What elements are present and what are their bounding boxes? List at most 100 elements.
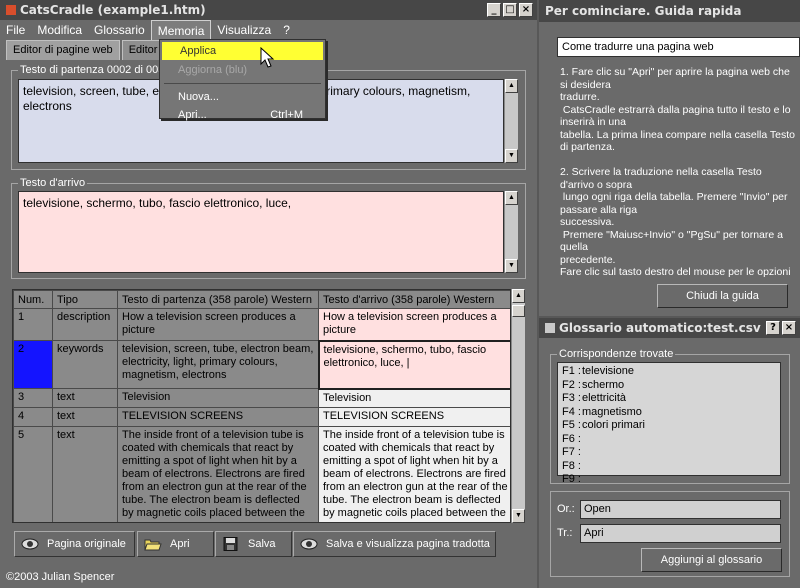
matches-list[interactable]: F1 : televisione F2 : schermo F3 : elettric… bbox=[557, 362, 781, 485]
table-row[interactable]: 4 text TELEVISION SCREENS TELEVISION SCR… bbox=[13, 407, 510, 427]
glossary-titlebar: Glossario automatico:test.csv ? × bbox=[539, 318, 800, 338]
list-item[interactable]: F5 : colori primari bbox=[562, 419, 776, 433]
source-term-field[interactable]: Open bbox=[580, 500, 781, 519]
table-row[interactable]: 5 text The inside front of a television … bbox=[13, 426, 510, 522]
scroll-down-icon[interactable]: ▼ bbox=[512, 509, 525, 523]
match-key: F8 : bbox=[562, 459, 581, 472]
match-key: F6 : bbox=[562, 432, 581, 445]
list-item[interactable]: F4 : magnetismo bbox=[562, 406, 776, 420]
table-row[interactable]: 3 text Television Television bbox=[13, 388, 510, 408]
scroll-down-icon[interactable]: ▼ bbox=[505, 259, 518, 273]
target-term-label: Tr.: bbox=[557, 527, 573, 539]
table-row[interactable]: 1 description How a television screen pr… bbox=[13, 308, 510, 341]
maximize-button[interactable]: □ bbox=[503, 3, 517, 17]
row-source: Television bbox=[117, 388, 319, 408]
glossary-close-button[interactable]: × bbox=[782, 321, 796, 335]
list-item[interactable]: F1 : televisione bbox=[562, 365, 776, 379]
col-source-header[interactable]: Testo di partenza (358 parole) Western bbox=[117, 290, 319, 309]
list-item[interactable]: F9 : bbox=[562, 473, 776, 487]
row-type: keywords bbox=[52, 340, 118, 389]
match-key: F1 : bbox=[562, 365, 581, 377]
floppy-disk-icon bbox=[223, 537, 238, 551]
add-to-glossary-button[interactable]: Aggiungi al glossario bbox=[641, 548, 782, 572]
menu-item-nuova[interactable]: Nuova... bbox=[160, 88, 325, 106]
row-num: 4 bbox=[13, 407, 53, 427]
row-num: 2 bbox=[13, 340, 53, 389]
guide-topic-select[interactable]: Come tradurre una pagina web bbox=[557, 37, 800, 57]
row-type: description bbox=[52, 308, 118, 341]
col-num-header[interactable]: Num. bbox=[13, 290, 53, 309]
save-view-label: Salva e visualizza pagina tradotta bbox=[326, 538, 490, 550]
row-target[interactable]: TELEVISION SCREENS bbox=[318, 407, 510, 427]
target-scrollbar[interactable]: ▲ ▼ bbox=[504, 191, 518, 273]
close-button[interactable]: × bbox=[519, 3, 533, 17]
source-label: Testo di partenza 0002 di 0031 bbox=[18, 64, 173, 76]
col-target-header[interactable]: Testo d'arrivo (358 parole) Western bbox=[318, 290, 510, 309]
list-item[interactable]: F6 : bbox=[562, 433, 776, 447]
match-value: magnetismo bbox=[582, 405, 642, 418]
close-guide-button[interactable]: Chiudi la guida bbox=[657, 284, 788, 308]
menu-item-apri[interactable]: Apri... Ctrl+M bbox=[160, 106, 325, 124]
menu-glossario[interactable]: Glossario bbox=[88, 20, 151, 40]
menu-file[interactable]: File bbox=[0, 20, 31, 40]
menu-memoria[interactable]: Memoria bbox=[150, 20, 212, 40]
guide-titlebar: Per cominciare. Guida rapida bbox=[539, 0, 800, 22]
guide-title: Per cominciare. Guida rapida bbox=[545, 4, 742, 18]
minimize-button[interactable]: _ bbox=[487, 3, 501, 17]
menu-item-apri-label: Apri... bbox=[178, 109, 207, 121]
main-titlebar: CatsCradle (example1.htm) _ □ × bbox=[0, 0, 537, 20]
menubar: File Modifica Glossario Memoria Visualiz… bbox=[0, 20, 537, 40]
menu-item-apri-shortcut: Ctrl+M bbox=[270, 109, 303, 121]
list-item[interactable]: F7 : bbox=[562, 446, 776, 460]
matches-label: Corrispondenze trovate bbox=[557, 348, 676, 360]
glossary-title: Glossario automatico:test.csv bbox=[559, 321, 761, 335]
row-target[interactable]: How a television screen produces a pictu… bbox=[318, 308, 510, 341]
match-value: televisione bbox=[582, 365, 634, 377]
row-source: How a television screen produces a pictu… bbox=[117, 308, 319, 341]
row-num: 5 bbox=[13, 426, 53, 522]
table-scrollbar[interactable]: ▲ ▼ bbox=[511, 289, 525, 523]
target-textarea[interactable]: televisione, schermo, tubo, fascio elett… bbox=[18, 191, 504, 273]
col-type-header[interactable]: Tipo bbox=[52, 290, 118, 309]
row-target[interactable]: Television bbox=[318, 388, 510, 408]
list-item[interactable]: F8 : bbox=[562, 460, 776, 474]
target-term-field[interactable]: Apri bbox=[580, 524, 781, 543]
row-num: 1 bbox=[13, 308, 53, 341]
scroll-thumb[interactable] bbox=[512, 305, 525, 317]
app-icon bbox=[545, 323, 555, 333]
match-value: schermo bbox=[582, 378, 625, 391]
match-key: F2 : bbox=[562, 378, 581, 391]
original-page-button[interactable]: Pagina originale bbox=[14, 531, 135, 557]
table-row-selected[interactable]: 2 keywords television, screen, tube, ele… bbox=[13, 339, 510, 390]
menu-visualizza[interactable]: Visualizza bbox=[211, 20, 277, 40]
menu-modifica[interactable]: Modifica bbox=[31, 20, 88, 40]
row-source: television, screen, tube, electron beam,… bbox=[117, 340, 319, 389]
segment-table[interactable]: Num. Tipo Testo di partenza (358 parole)… bbox=[12, 289, 511, 523]
scroll-down-icon[interactable]: ▼ bbox=[505, 149, 518, 163]
open-button[interactable]: Apri bbox=[137, 531, 214, 557]
save-button[interactable]: Salva bbox=[215, 531, 292, 557]
table-header-row: Num. Tipo Testo di partenza (358 parole)… bbox=[13, 290, 510, 309]
menu-help[interactable]: ? bbox=[277, 20, 296, 40]
match-key: F3 : bbox=[562, 392, 581, 404]
save-view-button[interactable]: Salva e visualizza pagina tradotta bbox=[293, 531, 496, 557]
row-target[interactable]: The inside front of a television tube is… bbox=[318, 426, 510, 522]
match-key: F7 : bbox=[562, 446, 581, 458]
match-value: elettricità bbox=[582, 392, 627, 404]
menu-item-applica[interactable]: Applica bbox=[162, 42, 323, 60]
source-scrollbar[interactable]: ▲ ▼ bbox=[504, 79, 518, 163]
tab-web-editor[interactable]: Editor di pagine web bbox=[6, 40, 120, 60]
row-type: text bbox=[52, 388, 118, 408]
help-button[interactable]: ? bbox=[766, 321, 780, 335]
match-value: colori primari bbox=[582, 419, 645, 431]
list-item[interactable]: F2 : schermo bbox=[562, 379, 776, 393]
list-item[interactable]: F3 : elettricità bbox=[562, 392, 776, 406]
scroll-up-icon[interactable]: ▲ bbox=[505, 79, 518, 93]
memoria-dropdown: Applica Aggiorna (blu) Nuova... Apri... … bbox=[159, 39, 326, 121]
row-source: TELEVISION SCREENS bbox=[117, 407, 319, 427]
target-label: Testo d'arrivo bbox=[18, 177, 88, 189]
copyright: ©2003 Julian Spencer bbox=[6, 571, 115, 583]
scroll-up-icon[interactable]: ▲ bbox=[512, 289, 525, 303]
scroll-up-icon[interactable]: ▲ bbox=[505, 191, 518, 205]
row-target-editing[interactable]: televisione, schermo, tubo, fascio elett… bbox=[317, 339, 510, 390]
